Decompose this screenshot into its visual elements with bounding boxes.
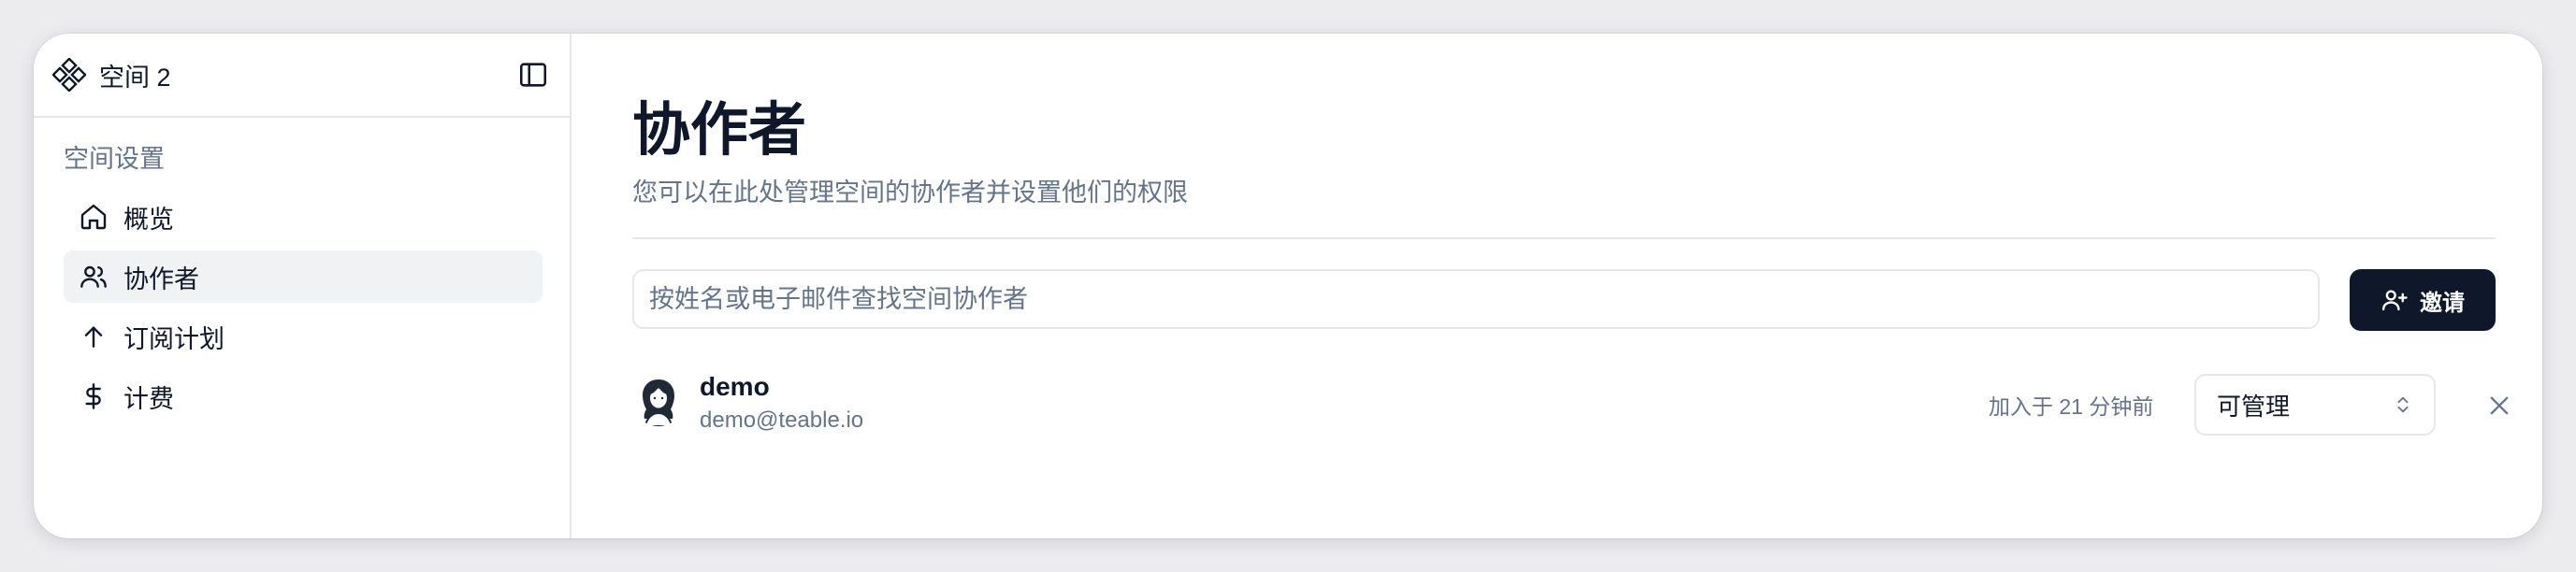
page-title: 协作者 xyxy=(632,98,807,163)
divider xyxy=(632,237,2496,239)
main-content: 协作者 您可以在此处管理空间的协作者并设置他们的权限 邀请 xyxy=(34,34,2542,538)
app-window: 空间 2 空间设置 概览 协作者 订阅计划 计费 协作者 您可以在此处管理空间的… xyxy=(34,34,2542,538)
invite-button-label: 邀请 xyxy=(2420,290,2465,316)
user-plus-icon xyxy=(2381,286,2409,314)
member-email: demo@teable.io xyxy=(700,408,864,433)
invite-button[interactable]: 邀请 xyxy=(2350,269,2496,331)
chevrons-up-down-icon xyxy=(2393,394,2413,415)
remove-member-icon[interactable] xyxy=(2486,393,2512,419)
role-select[interactable]: 可管理 xyxy=(2194,374,2436,436)
role-select-value: 可管理 xyxy=(2217,392,2291,421)
page-subtitle: 您可以在此处管理空间的协作者并设置他们的权限 xyxy=(632,179,1188,207)
member-name: demo xyxy=(700,372,770,401)
avatar xyxy=(632,374,685,426)
search-input[interactable] xyxy=(632,269,2320,329)
member-joined-time: 加入于 21 分钟前 xyxy=(1989,394,2154,419)
